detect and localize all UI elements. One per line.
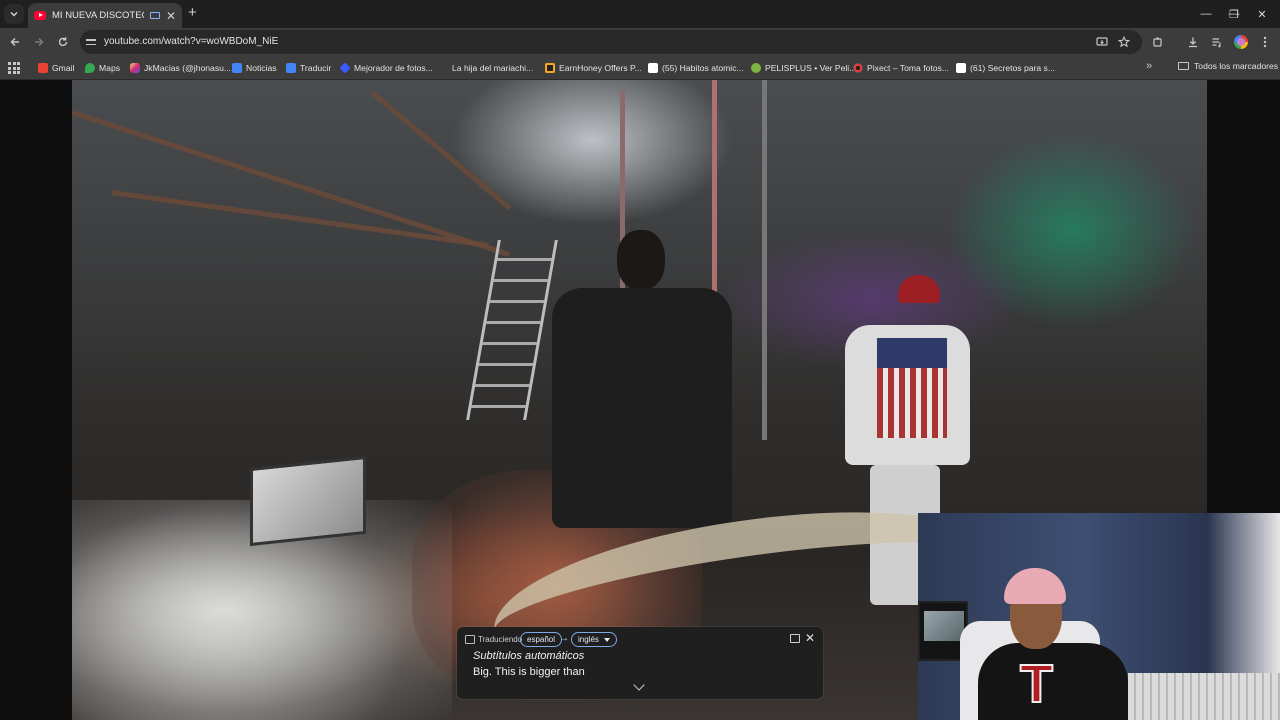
target-language-label: inglés [578, 635, 599, 644]
bookmark-habitos[interactable]: (55) Habitos atomic... [648, 61, 744, 75]
page-content [0, 80, 1280, 720]
apps-grid-icon[interactable] [8, 62, 20, 74]
browser-toolbar: youtube.com/watch?v=woWBDoM_NiE [0, 28, 1280, 56]
profile-avatar[interactable] [1234, 35, 1248, 49]
bookmark-pelisplus[interactable]: PELISPLUS • Ver Peli... [751, 61, 856, 75]
bookmark-label: La hija del mariachi... [452, 63, 534, 73]
bookmark-label: JkMacias (@jhonasu... [144, 63, 232, 73]
expand-icon[interactable] [790, 634, 800, 643]
arrow-right-icon [35, 37, 44, 47]
source-language-chip[interactable]: español [520, 632, 563, 647]
bookmark-noticias[interactable]: Noticias [232, 61, 277, 75]
menu-button[interactable] [1255, 32, 1275, 52]
reload-icon [58, 37, 68, 47]
streamer-cap [1004, 568, 1066, 604]
google-news-icon [232, 63, 242, 73]
playlist-icon [1212, 38, 1221, 48]
caption-close-button[interactable]: ✕ [805, 631, 815, 645]
bookmark-maps[interactable]: Maps [85, 61, 120, 75]
tab-close-button[interactable]: ✕ [166, 10, 176, 22]
earnhoney-icon [545, 63, 555, 73]
caret-down-icon [603, 637, 610, 642]
maps-pin-icon [85, 63, 95, 73]
pelisplus-icon [751, 63, 761, 73]
bookmarks-bar: Gmail Maps JkMacias (@jhonasu... Noticia… [0, 56, 1280, 80]
all-bookmarks-label: Todos los marcadores [1194, 61, 1279, 71]
all-bookmarks-button[interactable]: Todos los marcadores [1178, 61, 1278, 71]
source-language-label: español [527, 635, 556, 644]
auto-captions-label: Subtítulos automáticos [473, 650, 585, 662]
bookmark-secretos[interactable]: (61) Secretos para s... [956, 61, 1055, 75]
url-text[interactable]: youtube.com/watch?v=woWBDoM_NiE [104, 36, 278, 47]
extensions-button[interactable] [1148, 32, 1168, 52]
google-translate-icon [286, 63, 296, 73]
tab-strip: MI NUEVA DISCOTECA | W ✕ + — — ❐ ✕ [0, 0, 1280, 28]
bookmarks-overflow-button[interactable]: » [1146, 60, 1152, 72]
forward-button[interactable] [29, 32, 49, 52]
bookmark-label: Pixect – Toma fotos... [867, 63, 949, 73]
arrow-right-icon: → [559, 633, 569, 644]
live-caption-bubble[interactable]: Traduciendo español → inglés ✕ Subtítulo… [457, 627, 823, 699]
translate-icon [465, 635, 475, 644]
target-language-dropdown[interactable]: inglés [571, 632, 617, 647]
more-vertical-icon [1263, 36, 1267, 48]
bookmark-label: Maps [99, 63, 121, 73]
chevron-down-icon [10, 11, 18, 17]
folder-icon [1178, 62, 1189, 70]
tab-title: MI NUEVA DISCOTECA | W [52, 10, 144, 21]
bookmark-mariachi[interactable]: La hija del mariachi... [442, 61, 533, 75]
minimize-window-button[interactable]: — [1192, 4, 1220, 24]
bookmark-gmail[interactable]: Gmail [38, 61, 74, 75]
chevron-down-icon[interactable] [633, 679, 645, 691]
radiator [1128, 673, 1280, 720]
browser-tab[interactable]: MI NUEVA DISCOTECA | W ✕ [28, 3, 182, 28]
bookmark-label: Mejorador de fotos... [354, 63, 433, 73]
downloads-button[interactable] [1183, 32, 1203, 52]
photo-enhancer-icon [339, 62, 351, 74]
pixect-camera-icon [853, 63, 863, 73]
restore-window-button[interactable]: ❐ [1220, 4, 1248, 24]
bookmark-label: (61) Secretos para s... [970, 63, 1056, 73]
support-pipe [762, 80, 767, 440]
webcam-overlay [918, 513, 1280, 720]
bookmark-traducir[interactable]: Traducir [286, 61, 331, 75]
bookmark-mejorador[interactable]: Mejorador de fotos... [339, 61, 433, 75]
medium-icon [956, 63, 966, 73]
gmail-icon [38, 63, 48, 73]
media-controls-button[interactable] [1207, 32, 1227, 52]
bookmark-label: PELISPLUS • Ver Peli... [765, 63, 857, 73]
bookmark-label: EarnHoney Offers P... [559, 63, 642, 73]
close-window-button[interactable]: ✕ [1248, 4, 1276, 24]
bookmark-label: Noticias [246, 63, 277, 73]
roof-beam [72, 110, 511, 258]
cast-indicator-icon [149, 12, 160, 19]
bookmark-pixect[interactable]: Pixect – Toma fotos... [853, 61, 949, 75]
back-button[interactable] [5, 32, 25, 52]
web-page-icon [442, 63, 448, 73]
metal-box [250, 455, 366, 547]
roof-beam [370, 90, 512, 211]
arrow-left-icon [10, 37, 19, 47]
streamer-body [978, 643, 1128, 720]
caption-text: Big. This is bigger than [473, 666, 585, 678]
puzzle-icon [1153, 37, 1162, 47]
bookmark-label: Gmail [52, 63, 75, 73]
install-app-icon[interactable] [1095, 35, 1109, 49]
instagram-icon [130, 63, 140, 73]
bookmark-label: (55) Habitos atomic... [662, 63, 744, 73]
new-tab-button[interactable]: + [188, 5, 197, 21]
bookmark-label: Traducir [300, 63, 332, 73]
address-bar[interactable]: youtube.com/watch?v=woWBDoM_NiE [80, 30, 1142, 54]
translating-label: Traduciendo [478, 635, 523, 644]
bookmark-star-icon[interactable] [1117, 35, 1131, 49]
download-icon [1189, 37, 1197, 48]
bookmark-instagram[interactable]: JkMacias (@jhonasu... [130, 61, 231, 75]
reload-button[interactable] [53, 32, 73, 52]
roof-beam [111, 190, 489, 248]
youtube-favicon-icon [34, 11, 46, 20]
site-info-icon[interactable] [86, 35, 100, 49]
tab-search-button[interactable] [4, 4, 24, 24]
bookmark-earnhoney[interactable]: EarnHoney Offers P... [545, 61, 642, 75]
medium-icon [648, 63, 658, 73]
